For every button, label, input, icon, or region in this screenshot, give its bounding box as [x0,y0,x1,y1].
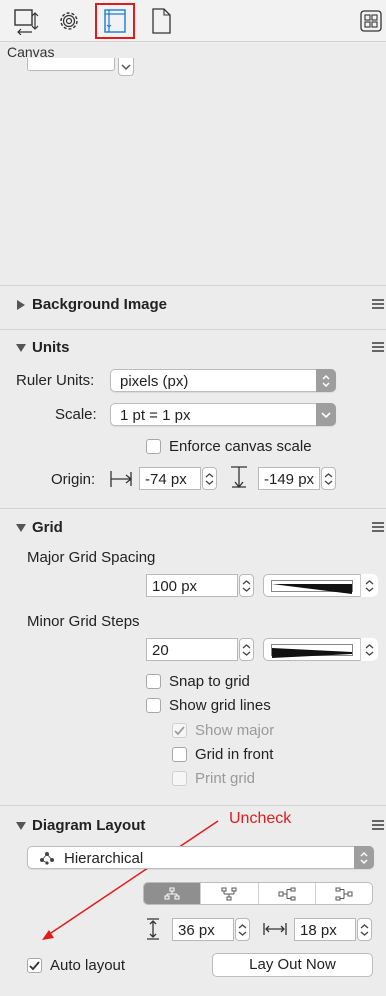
direction-right-left[interactable] [316,883,372,904]
direction-left-right[interactable] [259,883,316,904]
lay-out-now-button[interactable]: Lay Out Now [212,953,373,977]
rank-spacing-icon [147,918,159,940]
auto-layout-checkbox[interactable] [27,958,42,973]
chevron-down-icon [354,846,374,869]
object-spacing-stepper[interactable] [357,918,372,941]
layout-type-value: Hierarchical [64,850,144,867]
stepper-arrows-icon [238,923,247,936]
direction-bottom-up[interactable] [201,883,259,904]
layout-direction-segmented [143,882,373,905]
object-spacing-value: 18 px [300,922,337,939]
tree-right-icon [278,887,296,900]
layout-type-popup[interactable]: Hierarchical [27,846,374,869]
auto-layout-label: Auto layout [50,957,126,974]
tree-down-icon [164,887,180,899]
direction-top-down[interactable] [144,883,202,904]
tree-up-icon [221,887,237,900]
rank-spacing-value: 36 px [178,922,215,939]
tree-left-icon [335,887,353,900]
rank-spacing-stepper[interactable] [235,918,250,941]
checkmark-icon [29,960,40,970]
rank-spacing-field[interactable]: 36 px [172,918,234,941]
object-spacing-icon [263,923,287,935]
object-spacing-field[interactable]: 18 px [294,918,356,941]
hierarchy-icon [40,852,54,865]
stepper-arrows-icon [360,923,369,936]
